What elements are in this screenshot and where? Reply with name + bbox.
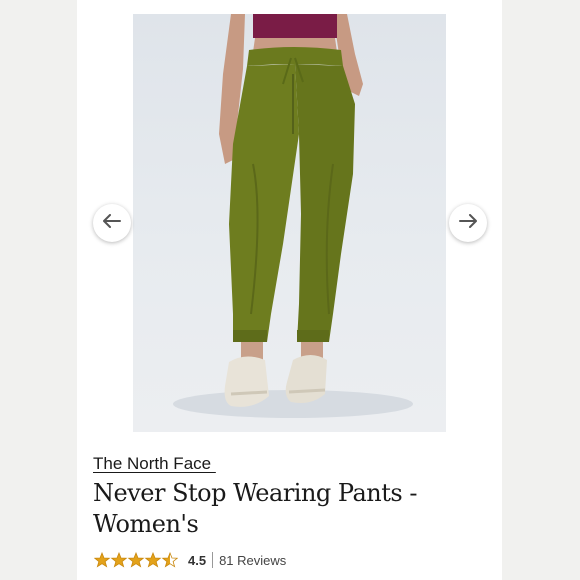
star-full-icon [145, 552, 161, 568]
star-half-icon [162, 552, 178, 568]
arrow-right-icon [459, 213, 477, 233]
rating-value: 4.5 [188, 552, 207, 568]
next-image-button[interactable] [449, 204, 487, 242]
arrow-left-icon [103, 213, 121, 233]
reviews-link[interactable]: 81 Reviews [219, 553, 286, 568]
star-full-icon [94, 552, 110, 568]
top-strip [77, 0, 502, 14]
star-full-icon [111, 552, 127, 568]
star-rating [94, 552, 178, 568]
divider [212, 552, 214, 568]
previous-image-button[interactable] [93, 204, 131, 242]
star-full-icon [128, 552, 144, 568]
rating-row: 4.5 81 Reviews [94, 551, 286, 569]
brand-link[interactable]: The North Face [93, 454, 216, 474]
product-image [133, 14, 446, 432]
product-card: The North Face Never Stop Wearing Pants … [77, 0, 502, 580]
product-title: Never Stop Wearing Pants - Women's [93, 479, 417, 538]
stars-icon [94, 552, 178, 568]
